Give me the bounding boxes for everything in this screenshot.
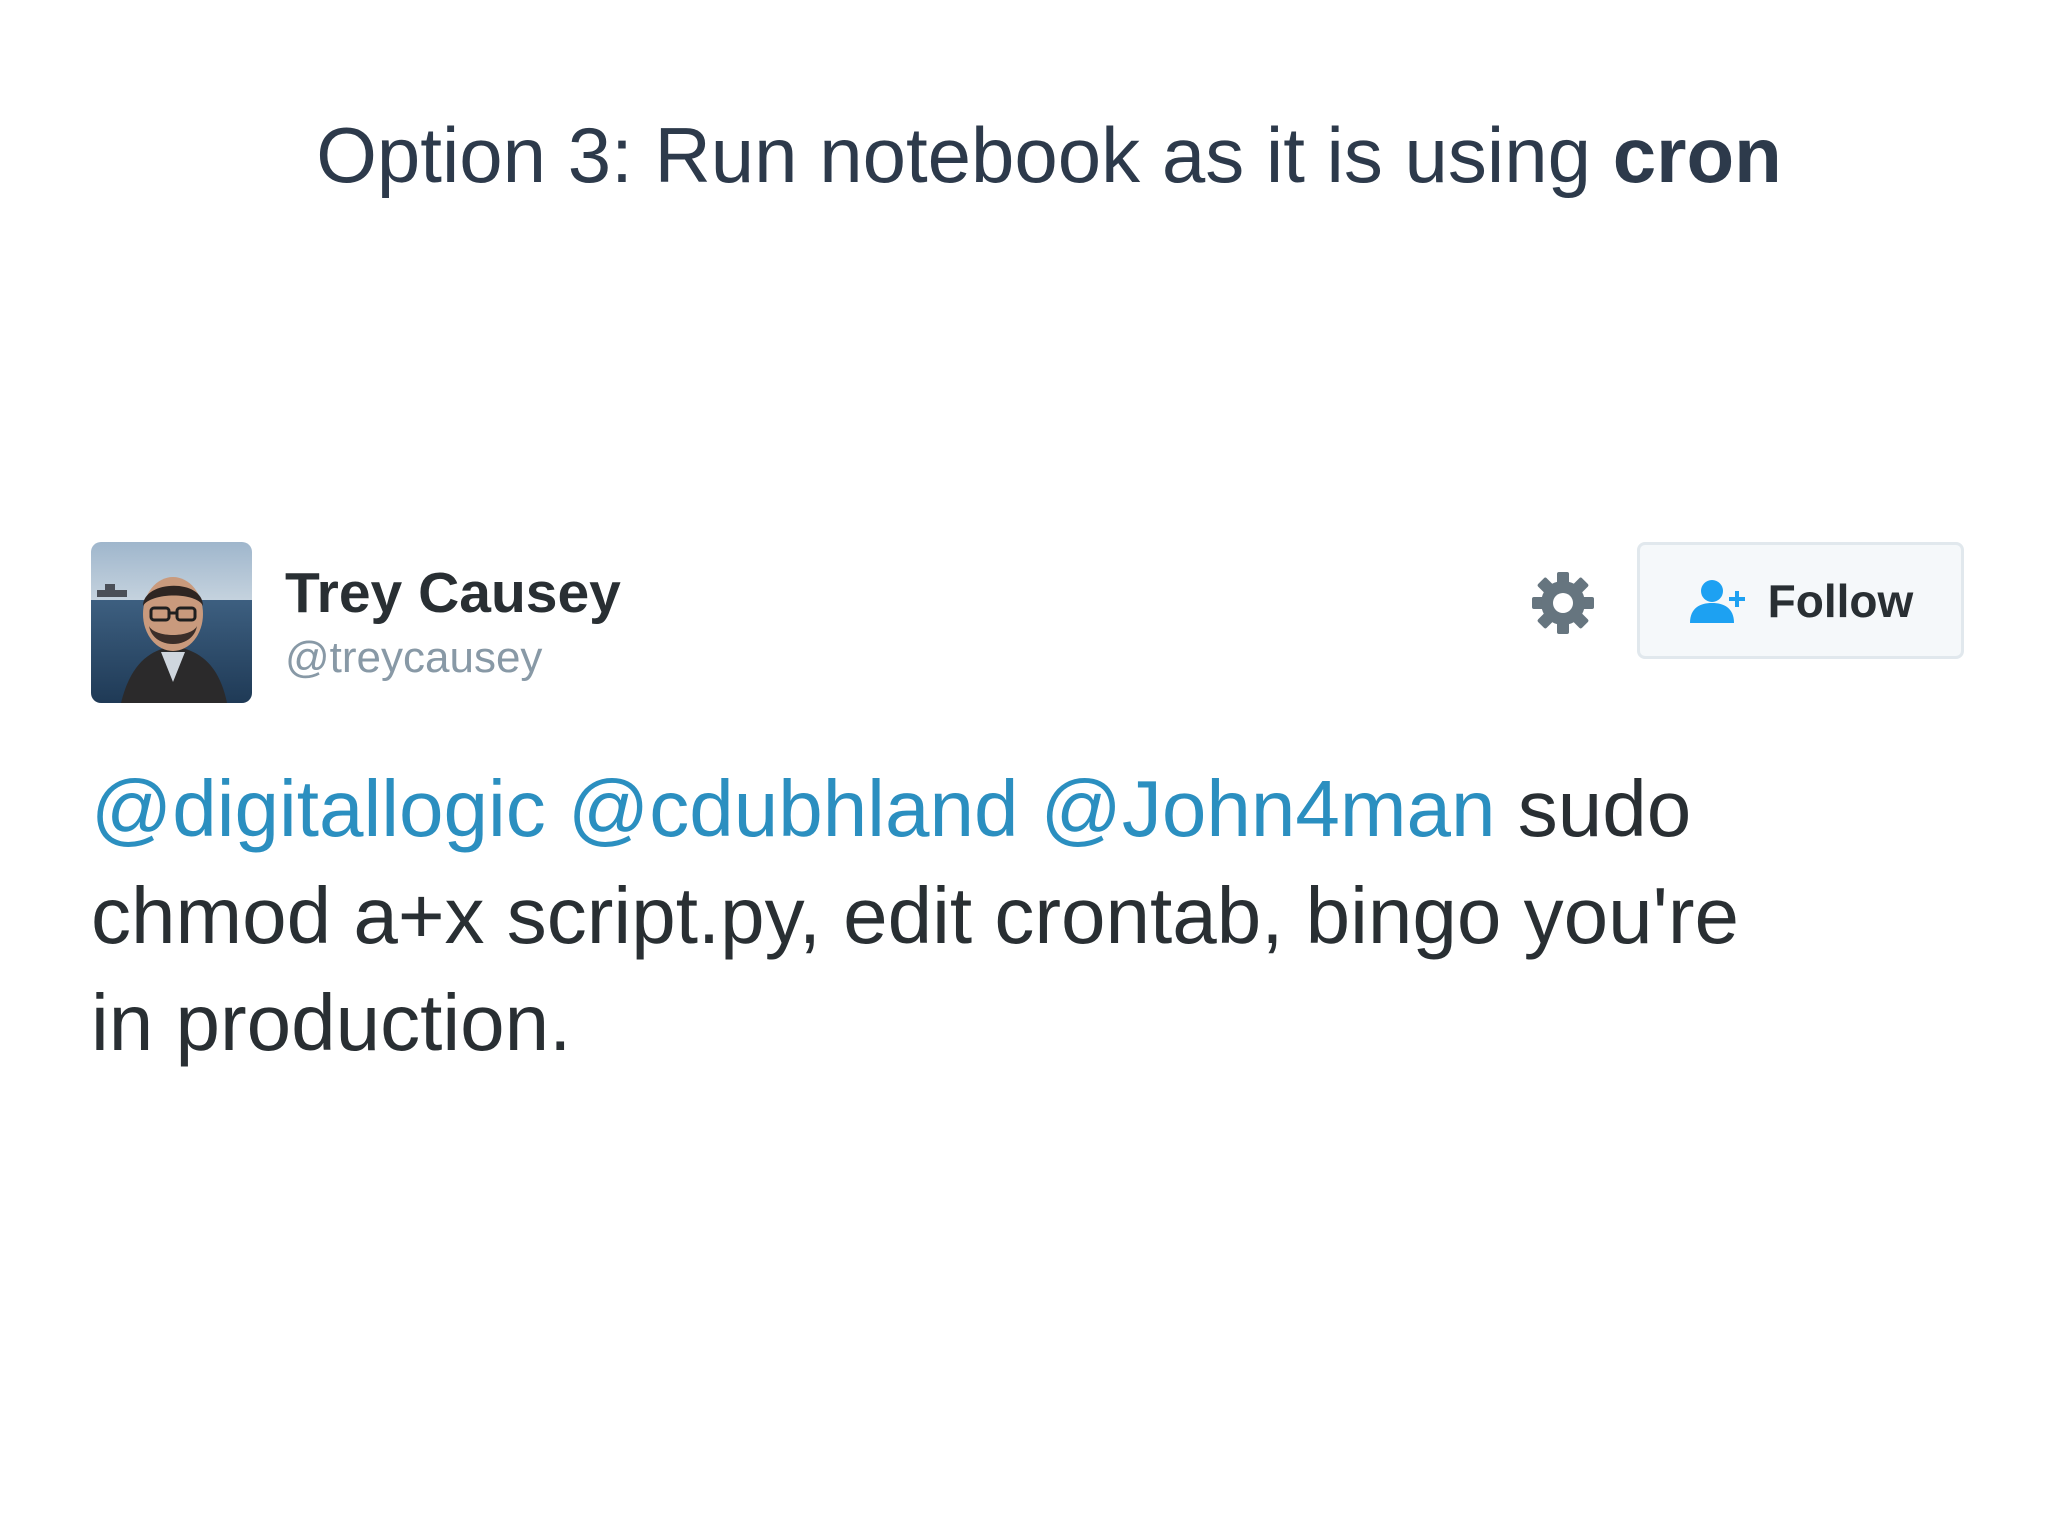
tweet-text-line-1: @digitallogic @cdubhland @John4man sudo [91,755,1971,862]
display-name[interactable]: Trey Causey [285,560,621,626]
embedded-tweet: Trey Causey @treycausey Follow @digitall… [0,0,2048,1536]
follow-button[interactable]: Follow [1637,542,1964,659]
mention-link[interactable]: @digitallogic [91,764,546,853]
follow-button-label: Follow [1767,574,1914,627]
tweet-text-line-2: chmod a+x script.py, edit crontab, bingo… [91,871,1740,960]
avatar[interactable] [91,542,252,703]
mention-link[interactable]: @John4man [1041,764,1496,853]
user-handle[interactable]: @treycausey [285,633,542,683]
add-user-icon [1689,579,1745,623]
gear-icon[interactable] [1530,570,1596,636]
avatar-photo [91,542,252,703]
tweet-text-line-3: in production. [91,978,572,1067]
mention-link[interactable]: @cdubhland [568,764,1018,853]
tweet-text-segment: sudo [1495,764,1692,853]
slide: Option 3: Run notebook as it is using cr… [0,0,2048,1536]
gear-icon-glyph [1532,572,1594,634]
tweet-text: @digitallogic @cdubhland @John4man sudo … [91,755,1971,1076]
